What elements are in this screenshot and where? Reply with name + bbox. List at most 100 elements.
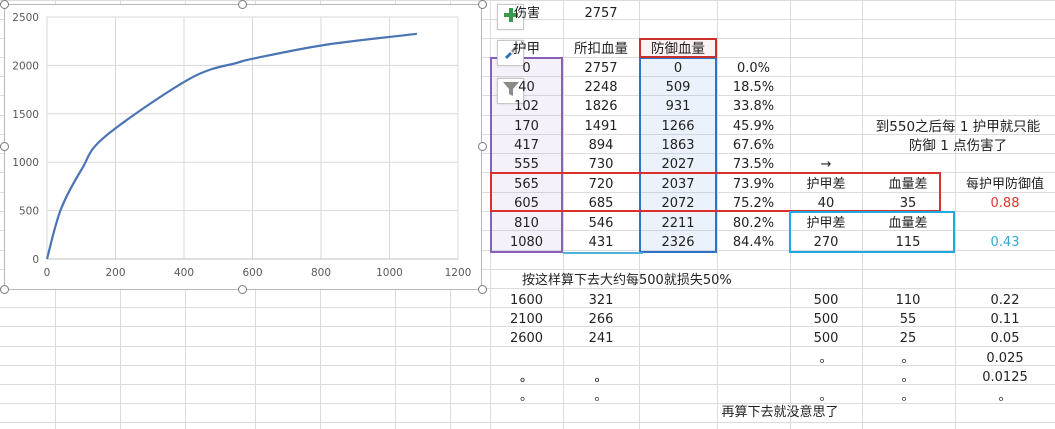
hp-lost-header: 所扣血量 bbox=[574, 41, 628, 57]
resize-handle-left[interactable] bbox=[0, 142, 9, 151]
percent-cell: 75.2% bbox=[732, 196, 775, 211]
hp-lost-cell: 431 bbox=[588, 235, 614, 250]
damage-label: 伤害 bbox=[514, 6, 541, 21]
proj-hp-cell bbox=[563, 349, 639, 368]
percent-cell: 73.5% bbox=[732, 157, 775, 172]
percent-cell: 73.9% bbox=[732, 177, 775, 192]
per-armor-value-2: 0.43 bbox=[990, 235, 1020, 250]
hp-blocked-cell: 1266 bbox=[661, 119, 695, 134]
hp-blocked-cell: 509 bbox=[665, 80, 691, 95]
hp-diff-value-1: 35 bbox=[899, 196, 917, 211]
hp-lost-cell: 2248 bbox=[584, 80, 618, 95]
x-tick-label: 800 bbox=[311, 267, 331, 279]
hp-blocked-header: 防御血量 bbox=[651, 41, 705, 57]
armor-diff-value-2: 270 bbox=[813, 235, 839, 250]
hp-blocked-cell: 931 bbox=[665, 99, 691, 114]
hp-lost-cell: 1826 bbox=[584, 99, 618, 114]
x-tick-label: 200 bbox=[105, 267, 125, 279]
proj-armor-diff-cell: 500 bbox=[813, 293, 839, 308]
proj-ratio-cell: 0.025 bbox=[986, 351, 1024, 366]
armor-cell: 810 bbox=[514, 216, 539, 231]
y-tick-label: 1500 bbox=[12, 109, 39, 121]
hp-lost-cell: 730 bbox=[588, 157, 614, 172]
proj-armor-diff-cell: 。 bbox=[819, 351, 833, 366]
armor-cell: 40 bbox=[518, 80, 535, 95]
proj-ratio-cell: 0.05 bbox=[990, 331, 1020, 346]
proj-hp-cell: 。 bbox=[594, 389, 608, 404]
y-tick-label: 500 bbox=[19, 206, 39, 218]
proj-hp-diff-cell: 110 bbox=[895, 293, 921, 308]
hp-lost-cell: 1491 bbox=[584, 119, 618, 134]
armor-cell: 0 bbox=[522, 61, 531, 76]
hp-blocked-cell: 2072 bbox=[661, 196, 695, 211]
hp-lost-cell: 894 bbox=[588, 138, 614, 153]
resize-handle-bottom-right[interactable] bbox=[478, 285, 487, 294]
proj-hp-cell: 241 bbox=[588, 331, 614, 346]
resize-handle-top-right[interactable] bbox=[478, 0, 487, 9]
armor-cell: 565 bbox=[514, 177, 539, 192]
percent-cell: 80.2% bbox=[732, 216, 775, 231]
armor-diff-value-1: 40 bbox=[817, 196, 835, 211]
proj-armor-diff-cell: 500 bbox=[813, 312, 839, 327]
resize-handle-top-left[interactable] bbox=[0, 0, 9, 9]
resize-handle-bottom[interactable] bbox=[238, 285, 247, 294]
proj-hp-diff-cell: 25 bbox=[899, 331, 917, 346]
y-tick-label: 2500 bbox=[12, 12, 39, 24]
proj-hp-diff-cell: 。 bbox=[901, 389, 915, 404]
resize-handle-bottom-left[interactable] bbox=[0, 285, 9, 294]
series-line bbox=[45, 32, 418, 260]
damage-value: 2757 bbox=[584, 6, 618, 21]
armor-cell: 102 bbox=[514, 99, 539, 114]
proj-armor-cell: 1600 bbox=[509, 293, 544, 308]
proj-ratio-cell: 。 bbox=[998, 389, 1012, 404]
hp-lost-cell: 720 bbox=[588, 177, 614, 192]
proj-armor-diff-cell: 500 bbox=[813, 331, 839, 346]
note-text: 到550之后每 1 护甲就只能 防御 1 点伤害了 bbox=[862, 118, 1054, 156]
note-line-1: 到550之后每 1 护甲就只能 bbox=[875, 119, 1041, 135]
proj-ratio-cell: 0.11 bbox=[990, 312, 1020, 327]
proj-hp-diff-cell: 。 bbox=[901, 351, 915, 366]
hp-blocked-cell: 2037 bbox=[661, 177, 695, 192]
proj-hp-diff-cell: 。 bbox=[901, 370, 915, 385]
hp-lost-cell: 546 bbox=[588, 216, 614, 231]
percent-cell: 0.0% bbox=[736, 61, 771, 76]
per-armor-header: 每护甲防御值 bbox=[965, 177, 1044, 192]
percent-cell: 18.5% bbox=[732, 80, 775, 95]
proj-hp-cell: 321 bbox=[588, 293, 614, 308]
hp-blocked-cell: 2211 bbox=[661, 216, 695, 231]
hp-blocked-cell: 0 bbox=[673, 61, 683, 76]
armor-cell: 605 bbox=[514, 196, 539, 211]
proj-armor-cell: 2100 bbox=[509, 312, 544, 327]
resize-handle-right[interactable] bbox=[478, 142, 487, 151]
proj-hp-cell: 266 bbox=[588, 312, 614, 327]
conclusion-text: 再算下去就没意思了 bbox=[721, 405, 839, 420]
proj-armor-cell bbox=[490, 349, 563, 368]
arrow-marker: → bbox=[820, 157, 832, 172]
x-tick-label: 400 bbox=[174, 267, 194, 279]
proj-armor-diff-cell bbox=[790, 368, 862, 387]
armor-cell: 1080 bbox=[509, 235, 544, 250]
x-tick-label: 600 bbox=[242, 267, 262, 279]
percent-cell: 33.8% bbox=[732, 99, 775, 114]
hp-blocked-cell: 1863 bbox=[661, 138, 695, 153]
resize-handle-top[interactable] bbox=[238, 0, 247, 9]
proj-ratio-cell: 0.22 bbox=[990, 293, 1020, 308]
blue-underline bbox=[563, 252, 643, 254]
note-line-2: 防御 1 点伤害了 bbox=[908, 138, 1008, 154]
x-tick-label: 1200 bbox=[445, 267, 472, 279]
armor-diff-header-1: 护甲差 bbox=[806, 177, 846, 192]
hp-blocked-cell: 2027 bbox=[661, 157, 695, 172]
proj-armor-cell: 2600 bbox=[509, 331, 544, 346]
x-tick-label: 1000 bbox=[376, 267, 403, 279]
percent-cell: 67.6% bbox=[732, 138, 775, 153]
line-chart[interactable]: 0 500 1000 1500 2000 2500 0 200 400 600 800 1000 120… bbox=[4, 4, 482, 290]
hp-lost-cell: 2757 bbox=[584, 61, 618, 76]
hp-lost-cell: 685 bbox=[588, 196, 614, 211]
y-tick-label: 1000 bbox=[12, 157, 39, 169]
x-tick-label: 0 bbox=[44, 267, 51, 279]
proj-armor-cell: 。 bbox=[519, 389, 533, 404]
y-tick-label: 2000 bbox=[12, 60, 39, 72]
proj-ratio-cell: 0.0125 bbox=[982, 370, 1028, 385]
chart-plot: 0 500 1000 1500 2000 2500 0 200 400 600 800 1000 120… bbox=[12, 12, 472, 279]
armor-cell: 417 bbox=[514, 138, 539, 153]
